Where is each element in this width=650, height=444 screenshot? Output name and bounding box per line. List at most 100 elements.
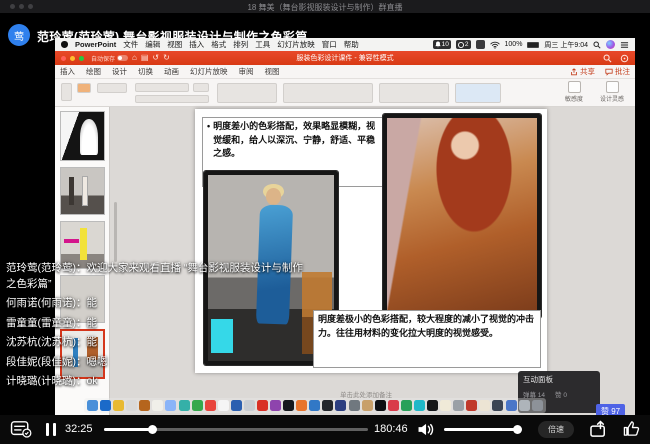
streamer-avatar[interactable]: 莺 — [8, 24, 30, 46]
dock-icon[interactable] — [126, 400, 137, 411]
slide-thumbnail-2[interactable] — [60, 167, 105, 215]
menubar-menu-item[interactable]: 帮助 — [344, 39, 359, 50]
dock-icon[interactable] — [165, 400, 176, 411]
menubar-menu-item[interactable]: 工具 — [255, 39, 270, 50]
siri-icon[interactable] — [606, 40, 615, 49]
menubar-menu-item[interactable]: 窗口 — [322, 39, 337, 50]
ribbon-tab[interactable]: 审阅 — [239, 66, 254, 77]
dock-icon[interactable] — [427, 400, 438, 411]
paste-button[interactable] — [61, 83, 72, 101]
menubar-menu-item[interactable]: 视图 — [167, 39, 182, 50]
volume-bar[interactable] — [444, 428, 518, 431]
slide-photo-redhead-model[interactable] — [383, 114, 541, 318]
slide-thumbnail-1[interactable] — [60, 111, 105, 161]
menubar-app-name[interactable]: PowerPoint — [75, 40, 116, 49]
font-size-select[interactable] — [193, 83, 209, 92]
ribbon-tab[interactable]: 设计 — [112, 66, 127, 77]
wifi-icon[interactable] — [490, 41, 500, 49]
window-titlebar: 18 舞美（舞台影视服装设计与制作）群直播 — [0, 0, 650, 13]
dock-icon[interactable] — [100, 400, 111, 411]
dock-icon[interactable] — [192, 400, 203, 411]
comments-button[interactable]: 批注 — [605, 66, 630, 77]
dock-icon[interactable] — [362, 400, 373, 411]
dock-icon[interactable] — [414, 400, 425, 411]
dock-icon[interactable] — [179, 400, 190, 411]
paragraph-group[interactable] — [217, 83, 277, 103]
dock-icon[interactable] — [479, 400, 490, 411]
menubar-menu-item[interactable]: 插入 — [189, 39, 204, 50]
danmaku-list-button[interactable] — [10, 420, 32, 443]
ppt-options-icon[interactable] — [620, 54, 629, 63]
shapes-group[interactable] — [283, 83, 373, 103]
menubar-menu-item[interactable]: 格式 — [211, 39, 226, 50]
dock-icon[interactable] — [152, 400, 163, 411]
dock-icon[interactable] — [270, 400, 281, 411]
progress-knob[interactable] — [148, 425, 157, 434]
player-controls: 32:25 180:46 倍速 — [0, 415, 650, 444]
playback-speed-button[interactable]: 倍速 — [538, 421, 574, 438]
secondary-count: 2 — [465, 41, 469, 48]
menubar-menu-item[interactable]: 排列 — [233, 39, 248, 50]
design-ideas-icon — [606, 81, 619, 93]
menubar-clock[interactable]: 周三 上午9:04 — [544, 40, 588, 50]
dock-icon[interactable] — [205, 400, 216, 411]
apple-menu-icon[interactable] — [61, 41, 68, 48]
dock-icon[interactable] — [375, 400, 386, 411]
dock-icon[interactable] — [139, 400, 150, 411]
sensitivity-button[interactable]: 敏感度 — [559, 81, 589, 103]
font-style-buttons[interactable] — [135, 95, 209, 103]
dock-icon[interactable] — [231, 400, 242, 411]
share-video-button[interactable] — [589, 420, 610, 443]
ribbon-tab[interactable]: 切换 — [138, 66, 153, 77]
share-button[interactable]: 共享 — [570, 66, 595, 77]
ribbon-tab[interactable]: 插入 — [60, 66, 75, 77]
dock-icon[interactable] — [335, 400, 346, 411]
dock-icon[interactable] — [283, 400, 294, 411]
dock-icon[interactable] — [322, 400, 333, 411]
control-center-icon[interactable] — [620, 41, 629, 49]
dock-icon[interactable] — [388, 400, 399, 411]
dock-icon[interactable] — [466, 400, 477, 411]
menubar-menu-item[interactable]: 编辑 — [145, 39, 160, 50]
secondary-badge[interactable]: 2 — [456, 40, 471, 49]
dock-icon[interactable] — [218, 400, 229, 411]
dock-icon[interactable] — [519, 400, 530, 411]
total-duration: 180:46 — [374, 423, 408, 435]
new-slide-button[interactable] — [97, 83, 127, 93]
dock-icon[interactable] — [506, 400, 517, 411]
dock-icon[interactable] — [440, 400, 451, 411]
thumbs-up-button[interactable] — [623, 420, 640, 442]
dock-icon[interactable] — [492, 400, 503, 411]
thumbnail-scrollbar[interactable] — [114, 202, 117, 262]
ppt-search-icon[interactable] — [603, 54, 612, 63]
ribbon-tab[interactable]: 视图 — [265, 66, 280, 77]
format-painter-button[interactable] — [77, 83, 91, 93]
dock-icon[interactable] — [309, 400, 320, 411]
notification-badge[interactable]: 10 — [433, 40, 451, 49]
spotlight-search-icon[interactable] — [593, 41, 601, 49]
font-select[interactable] — [135, 83, 189, 92]
menubar-menu-item[interactable]: 文件 — [123, 39, 138, 50]
volume-icon[interactable] — [417, 422, 436, 442]
dock-icon[interactable] — [87, 400, 98, 411]
dock-icon[interactable] — [532, 400, 543, 411]
dock-icon[interactable] — [349, 400, 360, 411]
window-manager-icon[interactable] — [476, 40, 485, 49]
ribbon-tab[interactable]: 幻灯片放映 — [190, 66, 228, 77]
design-ideas-button[interactable]: 设计灵感 — [597, 81, 627, 103]
picture-group[interactable] — [455, 83, 501, 103]
slide-bottom-textbox[interactable]: 明度差极小的色彩搭配，较大程度的减小了视觉的冲击力。往往用材料的变化拉大明度的视… — [313, 310, 541, 368]
arrange-group[interactable] — [379, 83, 449, 103]
dock-icon[interactable] — [401, 400, 412, 411]
dock-icon[interactable] — [113, 400, 124, 411]
ribbon-tab[interactable]: 绘图 — [86, 66, 101, 77]
menubar-menu-item[interactable]: 幻灯片放映 — [277, 39, 315, 50]
pause-button[interactable] — [46, 423, 56, 436]
dock-icon[interactable] — [296, 400, 307, 411]
progress-bar[interactable] — [104, 428, 368, 431]
dock-icon[interactable] — [244, 400, 255, 411]
dock-icon[interactable] — [257, 400, 268, 411]
dock-icon[interactable] — [453, 400, 464, 411]
volume-knob[interactable] — [513, 425, 522, 434]
ribbon-tab[interactable]: 动画 — [164, 66, 179, 77]
